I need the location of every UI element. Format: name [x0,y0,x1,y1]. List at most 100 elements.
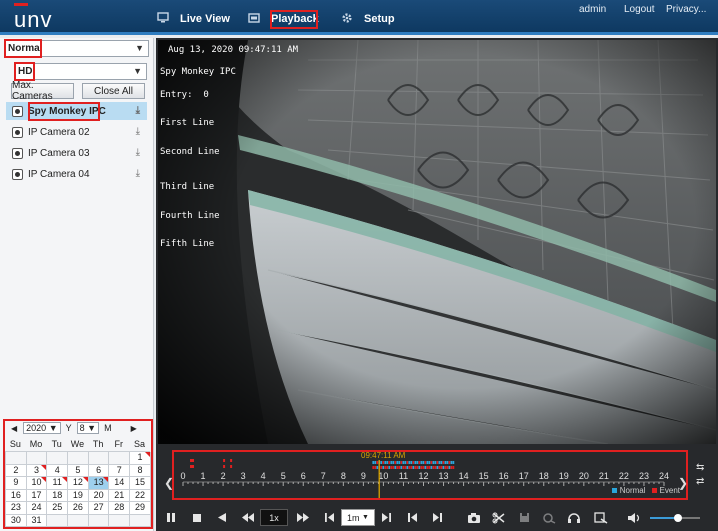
next-month-icon[interactable]: ▶ [131,424,137,433]
privacy-link[interactable]: Privacy... [666,4,706,15]
recording-normal-mark [400,466,403,469]
month-label: M [104,423,112,433]
nav-live-view[interactable]: Live View [156,8,230,30]
recording-event-mark [223,459,226,462]
calendar-day[interactable]: 11 [47,477,69,490]
pause-icon[interactable] [164,509,178,526]
month-select[interactable]: 8 ▼ [76,422,100,434]
recording-event-mark [390,466,393,469]
zoom-out-timeline-icon[interactable]: ⇄ [696,476,704,487]
calendar-day[interactable]: 2 [6,464,27,477]
calendar-day[interactable]: 16 [6,489,27,502]
recording-event-mark [418,461,421,464]
calendar-day[interactable]: 10 [26,477,48,490]
logout-link[interactable]: Logout [624,4,655,15]
timeline-hour-label: 16 [499,471,509,481]
calendar-day[interactable]: 28 [109,502,131,515]
calendar-day[interactable]: 17 [26,489,48,502]
legend-normal-label: Normal [619,486,646,495]
recording-event-mark [386,466,389,469]
timeline-hour-label: 23 [639,471,649,481]
recording-normal-mark [390,461,393,464]
year-select[interactable]: 2020 ▼ [23,422,61,434]
highlight-selected-camera [28,102,100,121]
recording-event-mark [422,466,425,469]
calendar-day[interactable]: 25 [47,502,69,515]
camera-item-04[interactable]: IP Camera 04 ⤓ [6,165,147,183]
calendar-day-selected[interactable]: 13 [88,477,110,490]
prev-month-icon[interactable]: ◀ [11,424,17,433]
calendar-day[interactable]: 15 [130,477,151,490]
brand-logo: unv [14,7,53,32]
calendar-day[interactable]: 12 [68,477,89,490]
calendar-day[interactable]: 31 [26,514,48,527]
calendar-day[interactable]: 7 [109,464,131,477]
export-icon[interactable] [593,509,609,526]
recording-event-mark [400,461,403,464]
weekday-label: Mo [29,439,43,449]
skip-forward-icon[interactable] [379,509,393,526]
download-icon[interactable]: ⤓ [136,105,140,116]
recording-normal-mark [438,461,441,464]
calendar-day[interactable]: 4 [47,464,69,477]
clip-icon[interactable] [491,509,507,526]
reverse-play-icon[interactable] [215,509,229,526]
calendar-empty-cell [6,452,27,465]
calendar-day[interactable]: 29 [130,502,151,515]
slow-down-icon[interactable] [240,509,256,526]
digital-zoom-icon[interactable] [541,509,557,526]
timeline-next-icon[interactable]: ❯ [678,476,688,490]
weekday-label: We [70,439,85,449]
nav-setup[interactable]: Setup [340,8,395,30]
timeline-hour-label: 0 [180,471,185,481]
download-icon[interactable]: ⤓ [136,168,140,179]
download-icon[interactable]: ⤓ [136,126,140,137]
calendar-day[interactable]: 14 [109,477,131,490]
calendar-day[interactable]: 9 [6,477,27,490]
calendar-day[interactable]: 23 [6,502,27,515]
snapshot-icon[interactable] [466,509,482,526]
stop-icon[interactable] [190,509,204,526]
audio-talk-icon[interactable] [566,509,582,526]
video-window[interactable]: Aug 13, 2020 09:47:11 AM Spy Monkey IPC … [158,40,716,444]
calendar-day[interactable]: 20 [88,489,110,502]
camera-item-02[interactable]: IP Camera 02 ⤓ [6,123,147,141]
calendar-day[interactable]: 26 [68,502,89,515]
zoom-in-timeline-icon[interactable]: ⇆ [696,462,704,473]
camera-item-03[interactable]: IP Camera 03 ⤓ [6,144,147,162]
frame-back-icon[interactable] [405,509,419,526]
recording-normal-mark [432,461,435,464]
recording-event-mark [230,465,233,468]
download-icon[interactable]: ⤓ [136,147,140,158]
playback-controls: 1x 1m ▼ [156,504,718,531]
speed-up-icon[interactable] [295,509,311,526]
skip-back-icon[interactable] [322,509,336,526]
calendar-day[interactable]: 21 [109,489,131,502]
save-icon[interactable] [517,509,531,526]
recording-event-mark [382,461,385,464]
calendar-day[interactable]: 27 [88,502,110,515]
recording-event-mark [444,466,447,469]
calendar-day[interactable]: 5 [68,464,89,477]
calendar-day[interactable]: 1 [130,452,151,465]
close-all-button[interactable]: Close All [82,83,145,99]
weekday-label: Fr [114,439,124,449]
day-grid: 1 2 3 4 5 6 7 8 9 10 11 12 13 14 15 16 17 18 19 20 21 22 23 24 2… [5,451,151,527]
volume-icon[interactable] [626,509,642,526]
calendar-day[interactable]: 3 [26,464,48,477]
calendar-day[interactable]: 22 [130,489,151,502]
calendar-day[interactable]: 8 [130,464,151,477]
calendar-day[interactable]: 6 [88,464,110,477]
recording-normal-mark [404,461,407,464]
calendar-day[interactable]: 30 [6,514,27,527]
calendar-day[interactable]: 19 [68,489,89,502]
calendar-day[interactable]: 18 [47,489,69,502]
frame-forward-icon[interactable] [430,509,444,526]
step-select[interactable]: 1m ▼ [341,509,375,526]
calendar-day[interactable]: 24 [26,502,48,515]
timeline-hour-label: 12 [418,471,428,481]
timeline[interactable]: 0 1 2 3 4 5 6 7 8 9 10 11 12 13 14 15 16 17 18 19 20 21 22 23 24… [172,450,688,500]
max-cameras-button[interactable]: Max. Cameras [11,80,74,102]
active-tab-highlight [270,10,318,29]
volume-slider[interactable] [650,509,700,526]
